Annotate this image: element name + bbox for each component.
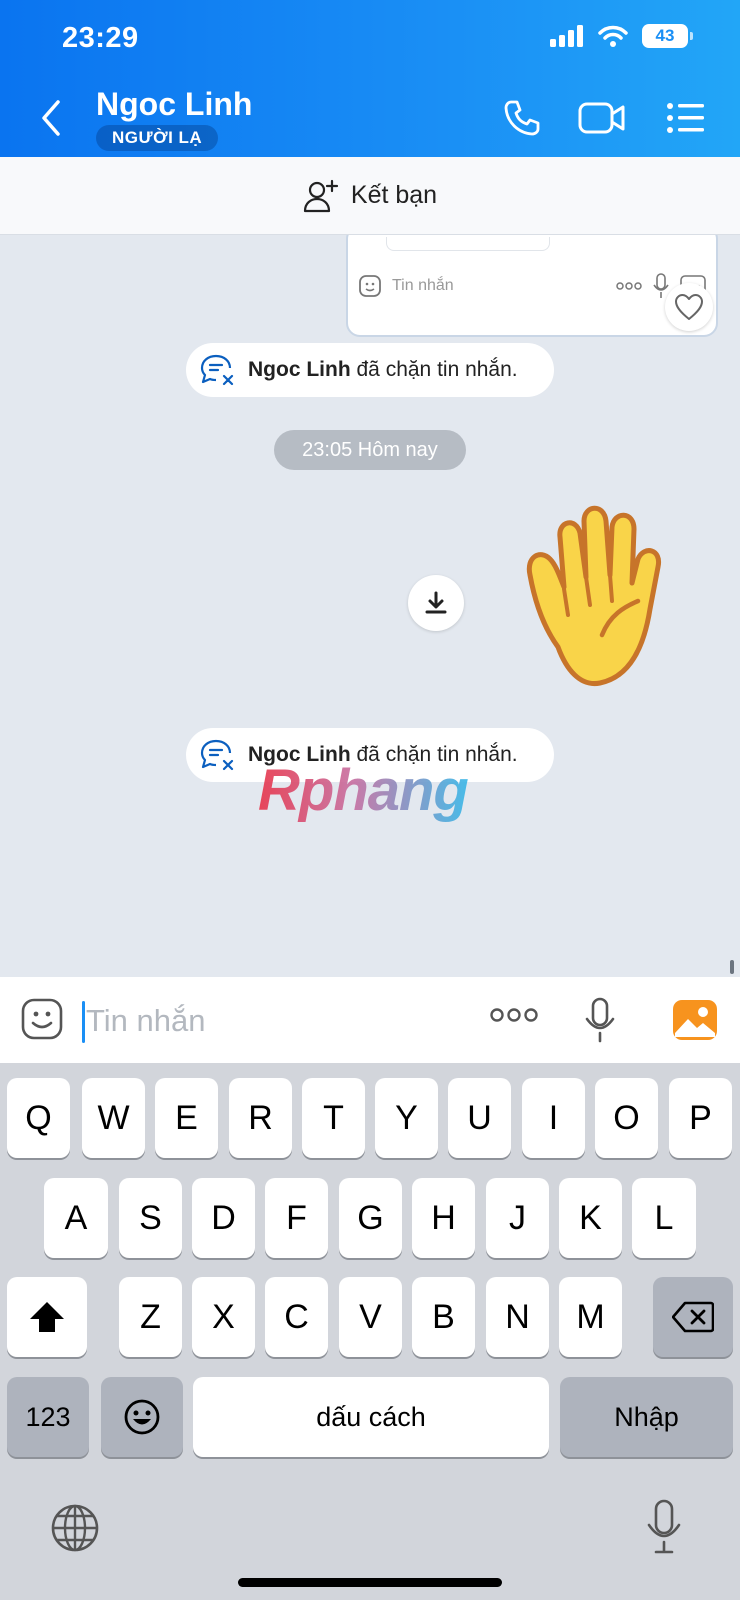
video-camera-icon bbox=[578, 102, 625, 134]
key-r[interactable]: R bbox=[229, 1078, 292, 1158]
key-m[interactable]: M bbox=[559, 1277, 622, 1357]
key-l[interactable]: L bbox=[632, 1178, 696, 1258]
contact-name[interactable]: Ngoc Linh bbox=[96, 86, 252, 123]
back-icon[interactable] bbox=[36, 96, 68, 140]
sticker-icon bbox=[359, 275, 381, 297]
stranger-badge: NGƯỜI LẠ bbox=[96, 125, 219, 151]
key-k[interactable]: K bbox=[559, 1178, 622, 1258]
blocked-chat-icon bbox=[200, 354, 234, 386]
return-key[interactable]: Nhập bbox=[560, 1377, 733, 1457]
key-o[interactable]: O bbox=[595, 1078, 658, 1158]
add-friend-label: Kết bạn bbox=[350, 181, 438, 209]
backspace-icon bbox=[672, 1301, 714, 1333]
raised-hand-sticker[interactable] bbox=[520, 497, 700, 697]
keyboard: Q W E R T Y U I O P A S D F G H J K L Z … bbox=[0, 1063, 740, 1600]
menu-button[interactable] bbox=[662, 96, 710, 140]
key-n[interactable]: N bbox=[486, 1277, 549, 1357]
download-icon bbox=[425, 591, 447, 614]
microphone-icon[interactable] bbox=[584, 997, 616, 1043]
chat-header: 23:29 43 Ngoc Linh NGƯỜI LẠ bbox=[0, 0, 740, 157]
key-t[interactable]: T bbox=[302, 1078, 365, 1158]
emoji-key[interactable] bbox=[101, 1377, 183, 1457]
key-g[interactable]: G bbox=[339, 1178, 402, 1258]
list-menu-icon bbox=[667, 103, 704, 133]
wifi-icon bbox=[598, 25, 628, 47]
key-c[interactable]: C bbox=[265, 1277, 328, 1357]
key-p[interactable]: P bbox=[669, 1078, 732, 1158]
space-key[interactable]: dấu cách bbox=[193, 1377, 549, 1457]
image-message-input-preview: Tin nhắn bbox=[358, 261, 706, 311]
system-message: Ngoc Linh đã chặn tin nhắn. bbox=[186, 343, 554, 397]
numbers-key[interactable]: 123 bbox=[7, 1377, 89, 1457]
photo-gallery-icon[interactable] bbox=[672, 999, 718, 1041]
add-user-icon bbox=[303, 179, 339, 212]
image-message-inner bbox=[386, 237, 550, 251]
image-message[interactable]: Tin nhắn bbox=[346, 235, 718, 337]
emoji-icon bbox=[124, 1399, 160, 1435]
key-b[interactable]: B bbox=[412, 1277, 475, 1357]
watermark: Rphang bbox=[258, 758, 469, 823]
add-friend-button[interactable]: Kết bạn bbox=[0, 157, 740, 235]
home-indicator[interactable] bbox=[238, 1578, 502, 1587]
image-message-placeholder: Tin nhắn bbox=[392, 277, 454, 294]
key-s[interactable]: S bbox=[119, 1178, 182, 1258]
key-d[interactable]: D bbox=[192, 1178, 255, 1258]
scrollbar[interactable] bbox=[730, 960, 734, 974]
time-separator: 23:05 Hôm nay bbox=[274, 430, 466, 470]
key-y[interactable]: Y bbox=[375, 1078, 438, 1158]
more-options-icon[interactable] bbox=[490, 1007, 538, 1023]
status-time: 23:29 bbox=[62, 22, 139, 54]
status-icons: 43 bbox=[550, 24, 693, 48]
battery-icon: 43 bbox=[642, 24, 693, 48]
key-w[interactable]: W bbox=[82, 1078, 145, 1158]
message-input[interactable]: Tin nhắn bbox=[86, 1003, 206, 1039]
key-e[interactable]: E bbox=[155, 1078, 218, 1158]
shift-icon bbox=[30, 1302, 64, 1332]
key-j[interactable]: J bbox=[486, 1178, 549, 1258]
dictation-mic-icon[interactable] bbox=[646, 1499, 682, 1555]
key-z[interactable]: Z bbox=[119, 1277, 182, 1357]
key-i[interactable]: I bbox=[522, 1078, 585, 1158]
heart-icon bbox=[675, 294, 703, 320]
sticker-icon[interactable] bbox=[20, 997, 64, 1041]
system-message-text: Ngoc Linh đã chặn tin nhắn. bbox=[248, 358, 518, 382]
key-x[interactable]: X bbox=[192, 1277, 255, 1357]
text-caret bbox=[82, 1001, 85, 1043]
chat-area[interactable]: Tin nhắn Ngoc Linh đã chặn tin nhắn. 23:… bbox=[0, 235, 740, 977]
key-v[interactable]: V bbox=[339, 1277, 402, 1357]
message-input-bar: Tin nhắn bbox=[0, 977, 740, 1063]
video-call-button[interactable] bbox=[578, 96, 626, 140]
globe-icon[interactable] bbox=[50, 1503, 100, 1553]
phone-icon bbox=[504, 100, 540, 136]
react-heart-button[interactable] bbox=[665, 283, 713, 331]
download-button[interactable] bbox=[408, 575, 464, 631]
shift-key[interactable] bbox=[7, 1277, 87, 1357]
delete-key[interactable] bbox=[653, 1277, 733, 1357]
key-u[interactable]: U bbox=[448, 1078, 511, 1158]
signal-icon bbox=[550, 25, 583, 47]
key-h[interactable]: H bbox=[412, 1178, 475, 1258]
more-icon bbox=[616, 282, 642, 290]
system-message-name: Ngoc Linh bbox=[248, 358, 351, 381]
system-message-body: đã chặn tin nhắn. bbox=[356, 358, 518, 381]
key-a[interactable]: A bbox=[44, 1178, 108, 1258]
blocked-chat-icon bbox=[200, 739, 234, 771]
call-button[interactable] bbox=[498, 96, 546, 140]
key-q[interactable]: Q bbox=[7, 1078, 70, 1158]
key-f[interactable]: F bbox=[265, 1178, 328, 1258]
